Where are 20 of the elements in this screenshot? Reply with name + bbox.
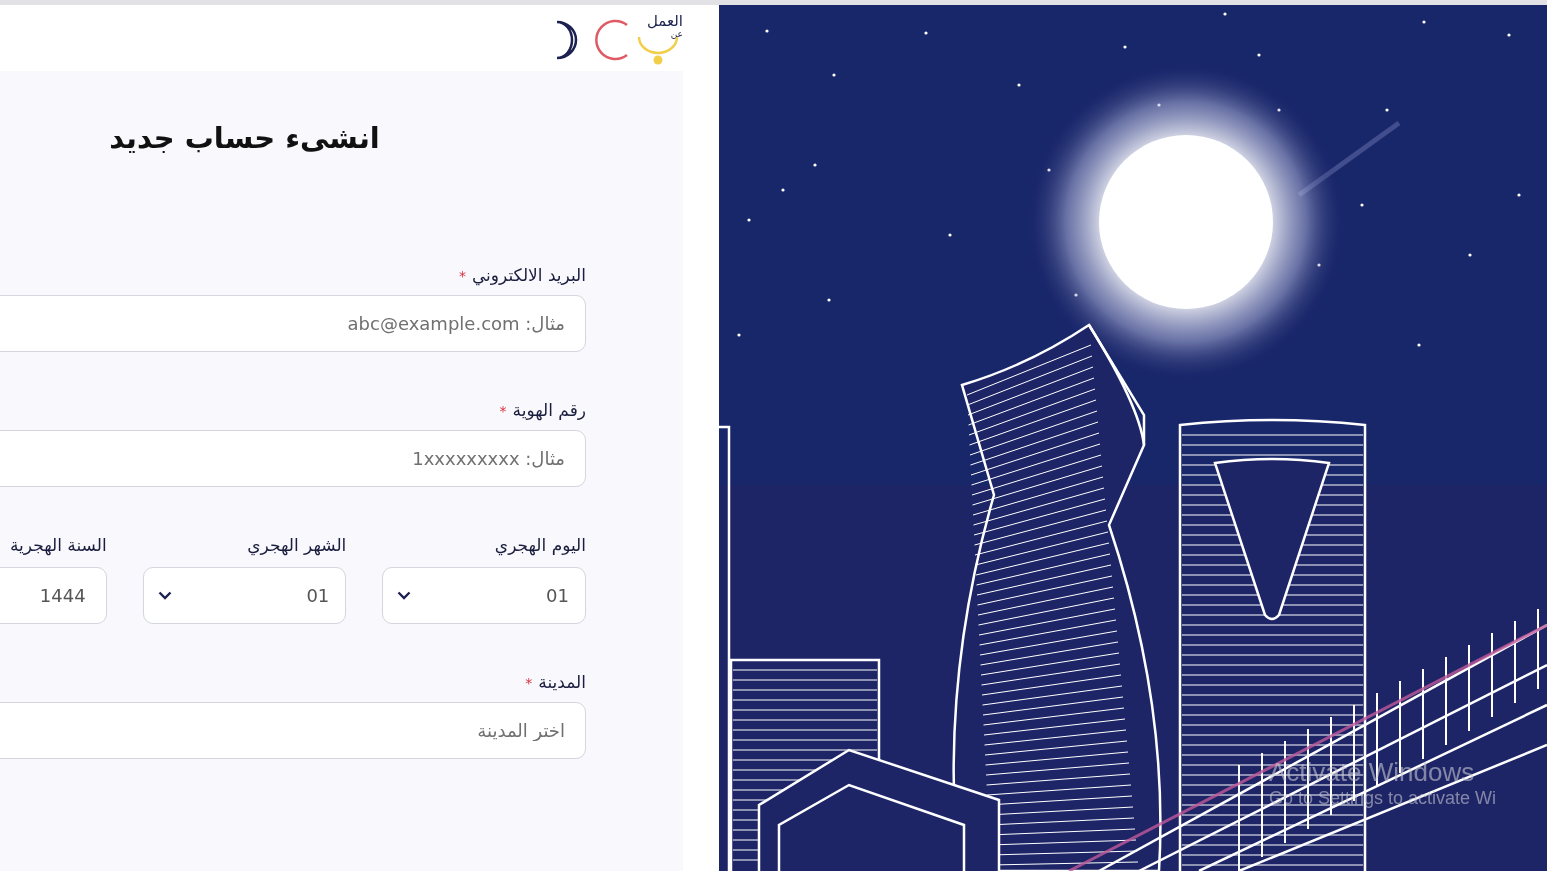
field-label: البريد الالكتروني: [471, 265, 586, 285]
input-field[interactable]: مثال: 1xxxxxxxxx: [0, 430, 586, 487]
field-label: اليوم الهجري: [493, 535, 586, 555]
logo-subtext: عن: [670, 29, 683, 39]
field-label: السنة الهجرية: [9, 535, 107, 555]
field-label: رقم الهوية: [512, 400, 586, 420]
dropdown-field[interactable]: 01: [142, 567, 347, 624]
field-label: المدينة: [538, 672, 586, 692]
input-field[interactable]: 1444: [0, 567, 107, 624]
chevron-down-icon: [157, 591, 172, 600]
required-mark: *: [458, 268, 466, 284]
dropdown-field[interactable]: 01: [382, 567, 586, 624]
form-title: انشىء حساب جديد: [108, 121, 381, 155]
required-mark: *: [499, 403, 507, 419]
input-field[interactable]: اختر المدينة: [0, 702, 586, 759]
logo-text: العمل: [647, 13, 683, 29]
input-field[interactable]: مثال: abc@example.com: [0, 295, 586, 352]
chevron-down-icon: [397, 591, 412, 600]
field-label: الشهر الهجري: [246, 535, 347, 555]
required-mark: *: [525, 675, 533, 691]
